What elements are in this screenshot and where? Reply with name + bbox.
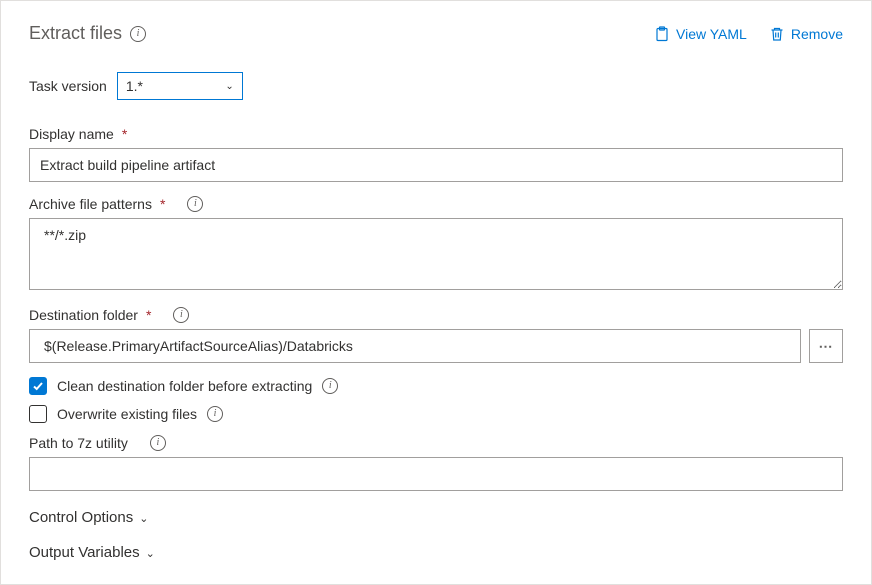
overwrite-label: Overwrite existing files — [57, 406, 197, 422]
overwrite-checkbox[interactable] — [29, 405, 47, 423]
remove-button[interactable]: Remove — [769, 26, 843, 42]
info-icon[interactable]: i — [322, 378, 338, 394]
output-variables-toggle[interactable]: Output Variables ⌄ — [29, 544, 843, 561]
destination-input[interactable] — [29, 329, 801, 363]
destination-input-row: ⋯ — [29, 329, 843, 363]
control-options-toggle[interactable]: Control Options ⌄ — [29, 509, 843, 526]
archive-patterns-label: Archive file patterns — [29, 196, 152, 212]
info-icon[interactable]: i — [187, 196, 203, 212]
overwrite-row: Overwrite existing files i — [29, 405, 843, 423]
path-7z-group: Path to 7z utility i — [29, 435, 843, 491]
chevron-down-icon: ⌄ — [225, 81, 233, 92]
chevron-down-icon: ⌄ — [139, 512, 148, 525]
task-version-select[interactable]: 1.* ⌄ — [117, 72, 243, 100]
destination-label: Destination folder — [29, 307, 138, 323]
page-title: Extract files — [29, 23, 122, 44]
required-marker: * — [146, 307, 151, 323]
path-7z-input[interactable] — [29, 457, 843, 491]
clean-destination-checkbox[interactable] — [29, 377, 47, 395]
control-options-label: Control Options — [29, 509, 133, 526]
destination-group: Destination folder * i ⋯ — [29, 307, 843, 363]
trash-icon — [769, 26, 785, 42]
clean-destination-row: Clean destination folder before extracti… — [29, 377, 843, 395]
title-group: Extract files i — [29, 23, 146, 44]
display-name-input[interactable] — [29, 148, 843, 182]
task-version-label: Task version — [29, 78, 107, 94]
task-config-panel: Extract files i View YAML Remove — [0, 0, 872, 585]
info-icon[interactable]: i — [207, 406, 223, 422]
ellipsis-icon: ⋯ — [819, 338, 834, 355]
remove-label: Remove — [791, 26, 843, 42]
path-7z-label-row: Path to 7z utility i — [29, 435, 843, 451]
required-marker: * — [160, 196, 165, 212]
task-version-row: Task version 1.* ⌄ — [29, 72, 843, 100]
view-yaml-button[interactable]: View YAML — [654, 26, 747, 42]
clean-destination-label: Clean destination folder before extracti… — [57, 378, 312, 394]
destination-label-row: Destination folder * i — [29, 307, 843, 323]
chevron-down-icon: ⌄ — [146, 547, 155, 560]
info-icon[interactable]: i — [150, 435, 166, 451]
archive-patterns-label-row: Archive file patterns * i — [29, 196, 843, 212]
browse-button[interactable]: ⋯ — [809, 329, 843, 363]
archive-patterns-group: Archive file patterns * i — [29, 196, 843, 293]
check-icon — [32, 380, 44, 392]
display-name-group: Display name * — [29, 126, 843, 182]
display-name-label: Display name — [29, 126, 114, 142]
header-row: Extract files i View YAML Remove — [29, 23, 843, 44]
info-icon[interactable]: i — [173, 307, 189, 323]
required-marker: * — [122, 126, 127, 142]
view-yaml-label: View YAML — [676, 26, 747, 42]
output-variables-label: Output Variables — [29, 544, 140, 561]
header-actions: View YAML Remove — [654, 26, 843, 42]
task-version-value: 1.* — [126, 78, 143, 94]
info-icon[interactable]: i — [130, 26, 146, 42]
clipboard-icon — [654, 26, 670, 42]
display-name-label-row: Display name * — [29, 126, 843, 142]
archive-patterns-input[interactable] — [29, 218, 843, 290]
path-7z-label: Path to 7z utility — [29, 435, 128, 451]
